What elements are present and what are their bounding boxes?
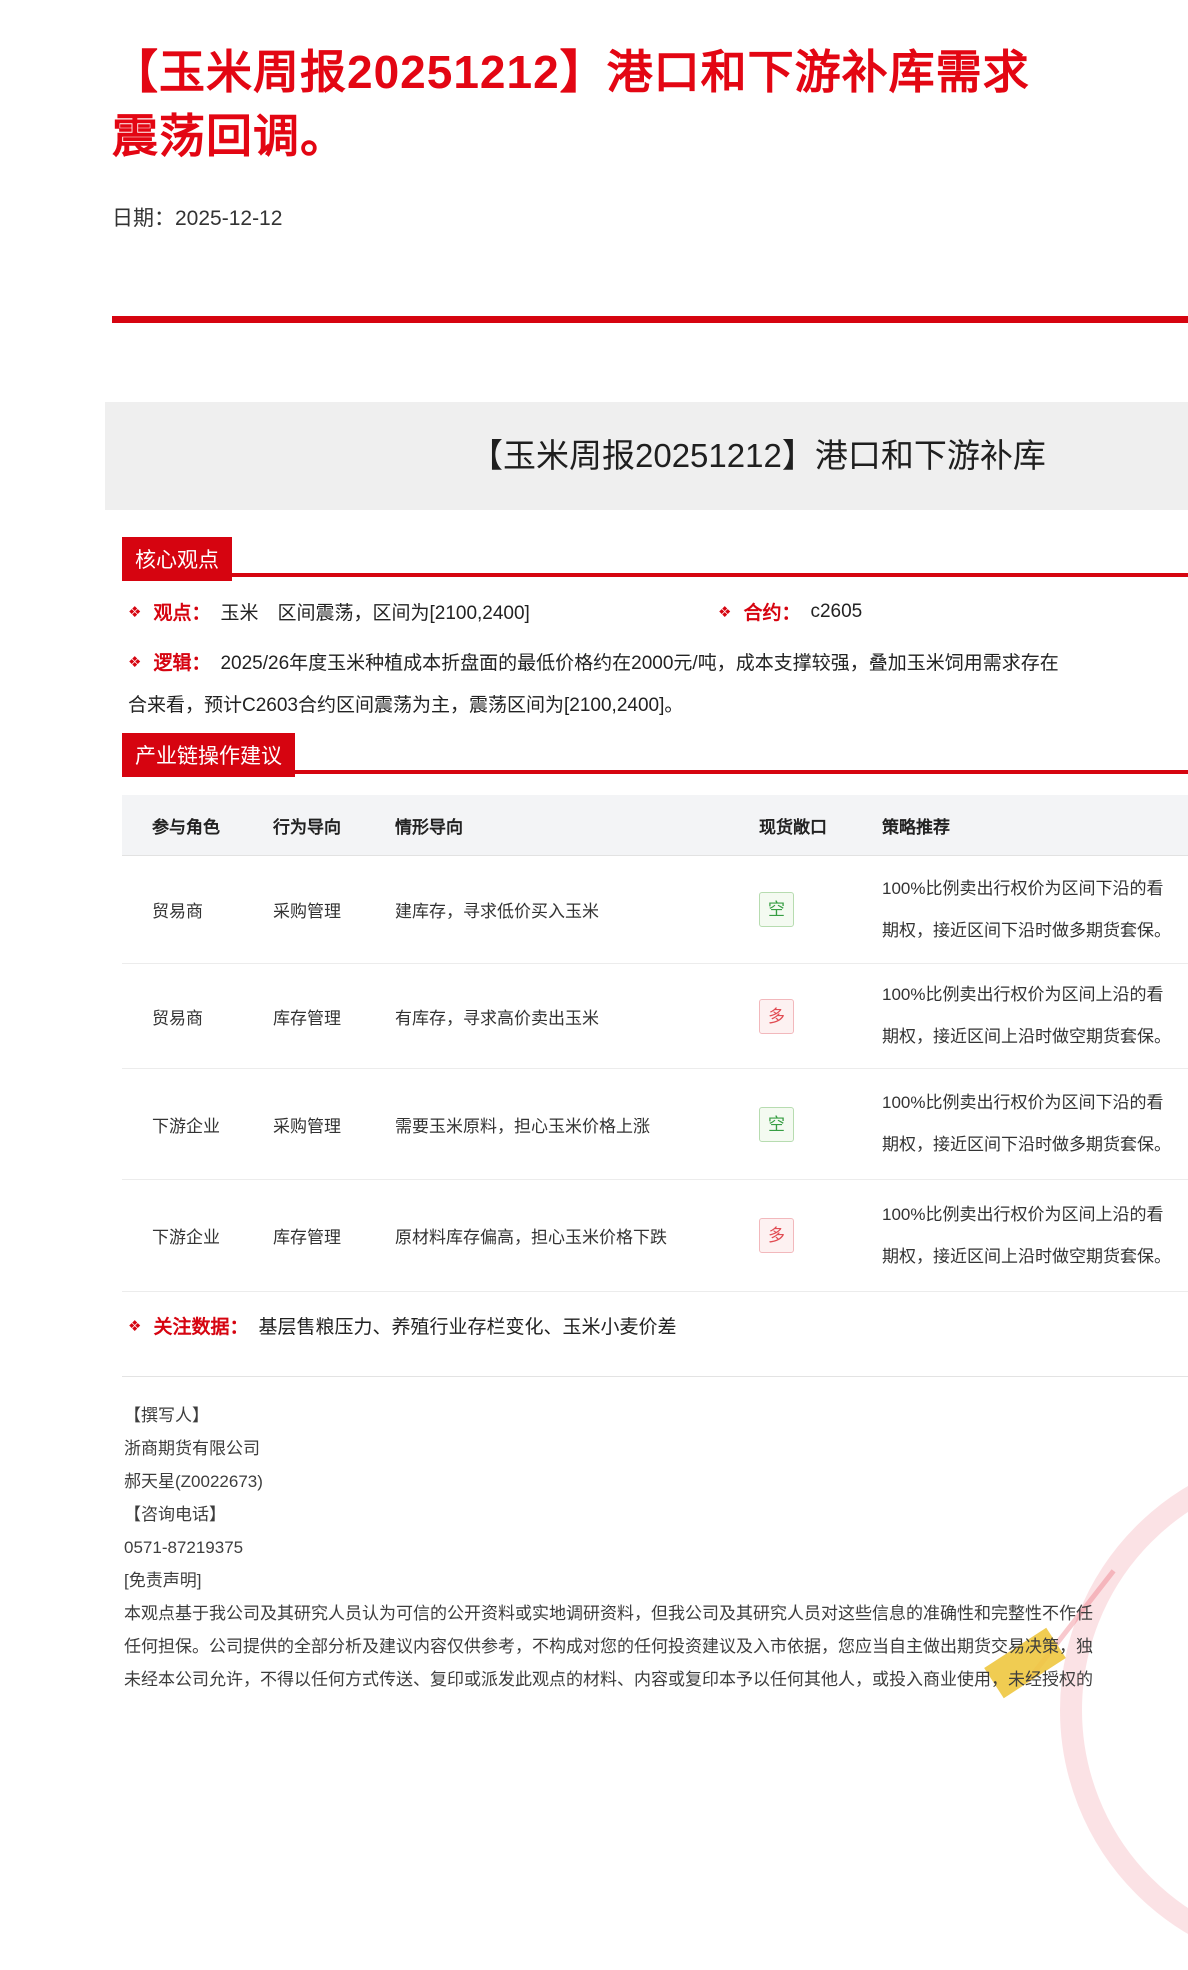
operation-advice-table: 参与角色 行为导向 情形导向 现货敞口 策略推荐 贸易商 采购管理 建库存，寻求… [122,795,1188,1292]
section-underline [122,770,1188,774]
cell-strategy: 100%比例卖出行权价为区间下沿的看 期权，接近区间下沿时做多期货套保。 [882,856,1188,963]
diamond-bullet-icon: ❖ [128,653,141,671]
cell-exposure: 多 [759,964,882,1068]
table-row: 贸易商 采购管理 建库存，寻求低价买入玉米 空 100%比例卖出行权价为区间下沿… [122,856,1188,964]
phone-number: 0571-87219375 [124,1531,1093,1564]
logic-bullet: ❖ 逻辑： 2025/26年度玉米种植成本折盘面的最低价格约在2000元/吨，成… [128,648,1059,675]
disclaimer-line1: 本观点基于我公司及其研究人员认为可信的公开资料或实地调研资料，但我公司及其研究人… [124,1597,1093,1630]
cell-role: 贸易商 [122,856,273,963]
column-header-role: 参与角色 [122,795,273,855]
table-row: 下游企业 采购管理 需要玉米原料，担心玉米价格上涨 空 100%比例卖出行权价为… [122,1069,1188,1180]
table-header-row: 参与角色 行为导向 情形导向 现货敞口 策略推荐 [122,795,1188,856]
author-section-title: 【撰写人】 [124,1399,1093,1432]
exposure-badge-long: 多 [759,1218,794,1253]
article-title-line2: 震荡回调。 [112,104,1188,168]
cell-exposure: 空 [759,1069,882,1179]
company-name: 浙商期货有限公司 [124,1432,1093,1465]
cell-scenario: 需要玉米原料，担心玉米价格上涨 [395,1069,759,1179]
strategy-line2: 期权，接近区间下沿时做多期货套保。 [882,916,1171,946]
strategy-line2: 期权，接近区间上沿时做空期货套保。 [882,1242,1171,1272]
cell-strategy: 100%比例卖出行权价为区间下沿的看 期权，接近区间下沿时做多期货套保。 [882,1069,1188,1179]
strategy-line1: 100%比例卖出行权价为区间上沿的看 [882,980,1163,1010]
contract-value: c2605 [810,601,862,623]
cell-strategy: 100%比例卖出行权价为区间上沿的看 期权，接近区间上沿时做空期货套保。 [882,1180,1188,1291]
cell-role: 下游企业 [122,1069,273,1179]
focus-data-value: 基层售粮压力、养殖行业存栏变化、玉米小麦价差 [258,1312,676,1339]
exposure-badge-short: 空 [759,1107,794,1142]
viewpoint-bullet: ❖ 观点： 玉米 区间震荡，区间为[2100,2400] [128,598,530,625]
focus-data-label: 关注数据： [153,1312,248,1339]
disclaimer-title: [免责声明] [124,1564,1093,1597]
cell-scenario: 原材料库存偏高，担心玉米价格下跌 [395,1180,759,1291]
diamond-bullet-icon: ❖ [128,603,141,621]
viewpoint-value: 玉米 区间震荡，区间为[2100,2400] [220,598,529,625]
strategy-line1: 100%比例卖出行权价为区间下沿的看 [882,1088,1163,1118]
footer-block: 【撰写人】 浙商期货有限公司 郝天星(Z0022673) 【咨询电话】 0571… [124,1399,1093,1696]
article-title-line1: 【玉米周报20251212】港口和下游补库需求 [112,40,1188,104]
cell-behavior: 库存管理 [273,964,395,1068]
exposure-badge-long: 多 [759,999,794,1034]
cell-scenario: 建库存，寻求低价买入玉米 [395,856,759,963]
diamond-bullet-icon: ❖ [718,603,731,621]
disclaimer-line2: 任何担保。公司提供的全部分析及建议内容仅供参考，不构成对您的任何投资建议及入市依… [124,1630,1093,1663]
cell-role: 贸易商 [122,964,273,1068]
contract-bullet: ❖ 合约： c2605 [718,598,862,625]
footer-divider [122,1376,1188,1377]
header-divider-rule [112,316,1188,323]
table-row: 下游企业 库存管理 原材料库存偏高，担心玉米价格下跌 多 100%比例卖出行权价… [122,1180,1188,1292]
column-header-scenario: 情形导向 [395,795,759,855]
article-date: 日期：2025-12-12 [112,202,282,232]
logic-text-line2: 合来看，预计C2603合约区间震荡为主，震荡区间为[2100,2400]。 [128,690,683,717]
cell-scenario: 有库存，寻求高价卖出玉米 [395,964,759,1068]
exposure-badge-short: 空 [759,892,794,927]
section-underline [122,573,1188,577]
contract-label: 合约： [743,598,800,625]
author-name: 郝天星(Z0022673) [124,1465,1093,1498]
table-row: 贸易商 库存管理 有库存，寻求高价卖出玉米 多 100%比例卖出行权价为区间上沿… [122,964,1188,1069]
column-header-exposure: 现货敞口 [759,795,882,855]
cell-strategy: 100%比例卖出行权价为区间上沿的看 期权，接近区间上沿时做空期货套保。 [882,964,1188,1068]
phone-section-title: 【咨询电话】 [124,1498,1093,1531]
cell-exposure: 空 [759,856,882,963]
cell-role: 下游企业 [122,1180,273,1291]
column-header-strategy: 策略推荐 [882,795,1188,855]
strategy-line1: 100%比例卖出行权价为区间下沿的看 [882,874,1163,904]
strategy-line1: 100%比例卖出行权价为区间上沿的看 [882,1200,1163,1230]
diamond-bullet-icon: ❖ [128,1317,141,1335]
viewpoint-label: 观点： [153,598,210,625]
cell-behavior: 采购管理 [273,1069,395,1179]
column-header-behavior: 行为导向 [273,795,395,855]
strategy-line2: 期权，接近区间上沿时做空期货套保。 [882,1022,1171,1052]
cell-behavior: 库存管理 [273,1180,395,1291]
focus-data-bullet: ❖ 关注数据： 基层售粮压力、养殖行业存栏变化、玉米小麦价差 [128,1312,676,1339]
logic-text-line1: 2025/26年度玉米种植成本折盘面的最低价格约在2000元/吨，成本支撑较强，… [220,648,1058,675]
cell-behavior: 采购管理 [273,856,395,963]
cell-exposure: 多 [759,1180,882,1291]
strategy-line2: 期权，接近区间下沿时做多期货套保。 [882,1130,1171,1160]
report-banner-title: 【玉米周报20251212】港口和下游补库 [470,402,1046,510]
report-banner: 【玉米周报20251212】港口和下游补库 [105,402,1188,510]
logic-label: 逻辑： [153,648,210,675]
